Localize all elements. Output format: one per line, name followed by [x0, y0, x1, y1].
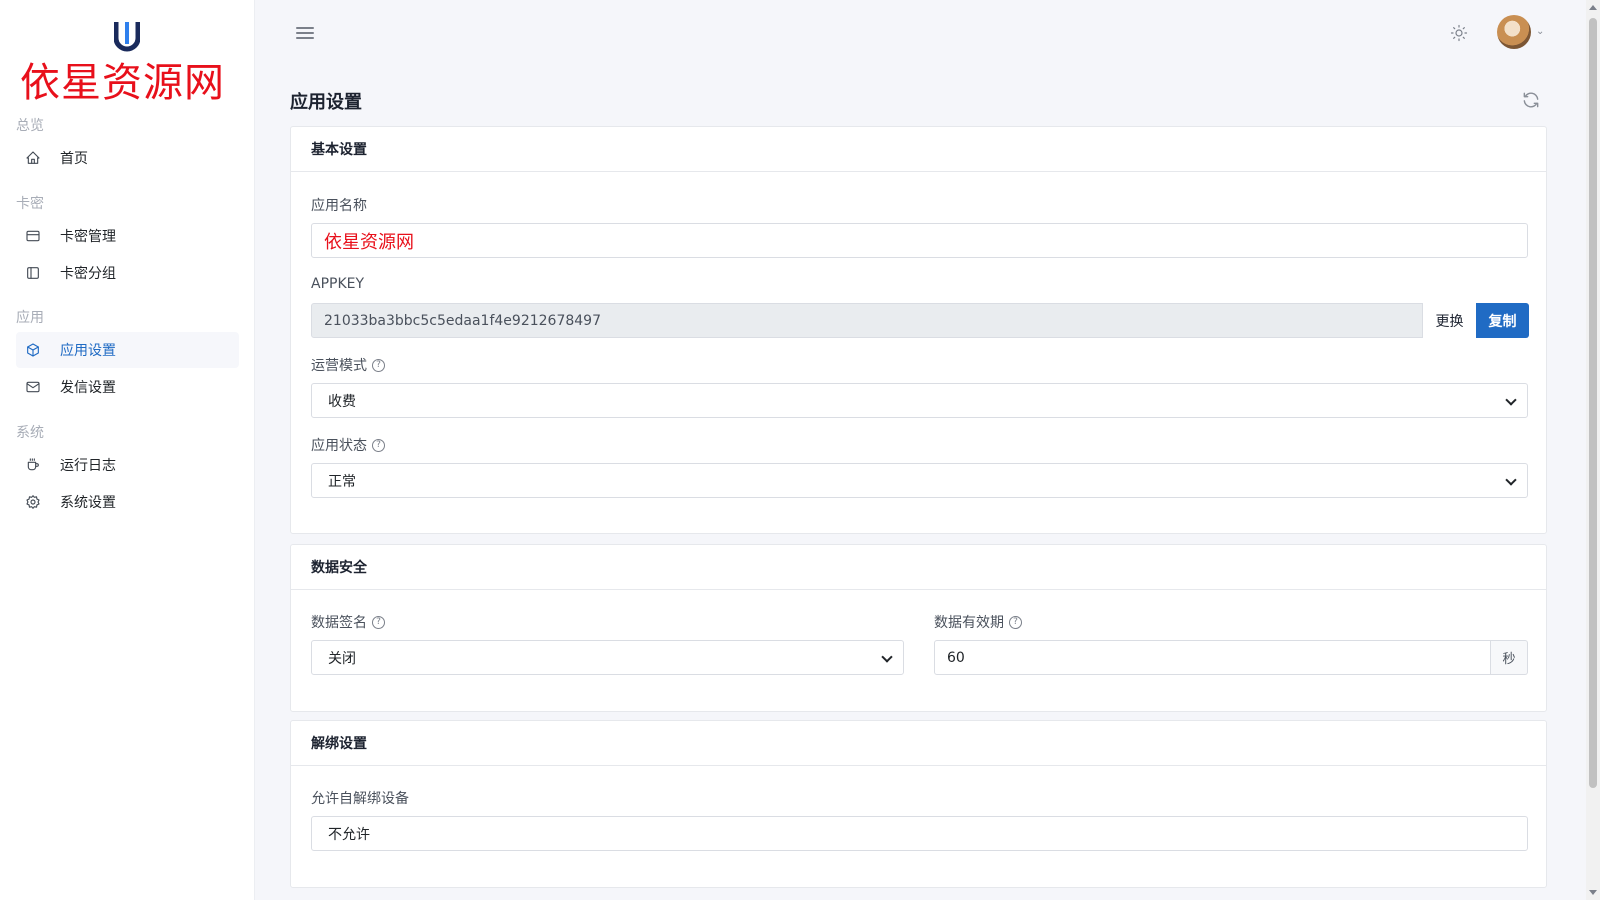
- allow-unbind-select[interactable]: 不允许: [311, 816, 1528, 851]
- data-security-card: 数据安全 数据签名? 关闭 数据有效期? 60 秒: [290, 544, 1547, 712]
- layout-sidebar-icon: [24, 264, 42, 282]
- sidebar: 依星资源网 总览 首页 卡密 卡密管理 卡密分组 应用 应用设置 发信设置 系统…: [0, 0, 255, 900]
- chevron-down-icon[interactable]: ⌄: [1536, 26, 1544, 37]
- app-name-label: 应用名称: [311, 198, 367, 214]
- mail-icon: [24, 378, 42, 396]
- mode-label: 运营模式?: [311, 355, 385, 375]
- status-label: 应用状态?: [311, 435, 385, 455]
- sidebar-item-app-settings[interactable]: 应用设置: [16, 332, 239, 368]
- menu-toggle-icon[interactable]: [296, 24, 314, 42]
- scroll-up-icon[interactable]: [1589, 5, 1597, 10]
- refresh-icon[interactable]: [1521, 90, 1541, 110]
- logo-icon: [114, 22, 140, 52]
- sun-icon[interactable]: [1448, 22, 1470, 44]
- status-select[interactable]: 正常: [311, 463, 1528, 498]
- scroll-down-icon[interactable]: [1589, 890, 1597, 895]
- sidebar-item-label: 应用设置: [60, 343, 116, 359]
- validity-label-text: 数据有效期: [934, 615, 1004, 631]
- card-title: 解绑设置: [291, 721, 1546, 766]
- appkey-input[interactable]: 21033ba3bbc5c5edaa1f4e9212678497: [311, 303, 1423, 338]
- sign-label-text: 数据签名: [311, 615, 367, 631]
- sidebar-item-label: 首页: [60, 151, 88, 167]
- mode-select-value: 收费: [328, 393, 356, 410]
- nav-section-overview: 总览: [16, 118, 44, 134]
- nav-section-system: 系统: [16, 425, 44, 441]
- allow-unbind-label: 允许自解绑设备: [311, 791, 409, 807]
- page-title: 应用设置: [290, 92, 362, 113]
- status-select-value: 正常: [328, 473, 356, 490]
- sidebar-item-label: 发信设置: [60, 380, 116, 396]
- help-icon[interactable]: ?: [1009, 615, 1022, 629]
- sidebar-item-label: 卡密分组: [60, 266, 116, 282]
- sidebar-item-label: 系统设置: [60, 495, 116, 511]
- change-appkey-button[interactable]: 更换: [1423, 303, 1476, 338]
- gear-icon: [24, 493, 42, 511]
- avatar[interactable]: [1497, 15, 1531, 49]
- sign-label: 数据签名?: [311, 612, 385, 632]
- sidebar-item-card-management[interactable]: 卡密管理: [16, 218, 239, 254]
- sidebar-item-card-group[interactable]: 卡密分组: [16, 255, 239, 291]
- sidebar-item-system-settings[interactable]: 系统设置: [16, 484, 239, 520]
- help-icon[interactable]: ?: [372, 358, 385, 372]
- sign-select-value: 关闭: [328, 650, 356, 667]
- cube-icon: [24, 341, 42, 359]
- home-icon: [24, 149, 42, 167]
- app-name-input[interactable]: 依星资源网: [311, 223, 1528, 258]
- mode-select[interactable]: 收费: [311, 383, 1528, 418]
- help-icon[interactable]: ?: [372, 438, 385, 452]
- nav-section-app: 应用: [16, 310, 44, 326]
- watermark-text: 依星资源网: [20, 60, 225, 106]
- sidebar-item-home[interactable]: 首页: [16, 140, 239, 176]
- sidebar-item-mail-settings[interactable]: 发信设置: [16, 369, 239, 405]
- sidebar-item-label: 卡密管理: [60, 229, 116, 245]
- basic-settings-card: 基本设置 应用名称 依星资源网 APPKEY 21033ba3bbc5c5eda…: [290, 126, 1547, 534]
- sidebar-item-run-log[interactable]: 运行日志: [16, 447, 239, 483]
- card-title: 数据安全: [291, 545, 1546, 590]
- mode-label-text: 运营模式: [311, 358, 367, 374]
- sidebar-item-label: 运行日志: [60, 458, 116, 474]
- scrollbar-thumb[interactable]: [1589, 18, 1597, 788]
- mug-icon: [24, 456, 42, 474]
- status-label-text: 应用状态: [311, 438, 367, 454]
- credit-card-icon: [24, 227, 42, 245]
- copy-appkey-button[interactable]: 复制: [1476, 303, 1529, 338]
- nav-section-cards: 卡密: [16, 196, 44, 212]
- page-scrollbar[interactable]: [1586, 0, 1600, 900]
- card-title: 基本设置: [291, 127, 1546, 172]
- help-icon[interactable]: ?: [372, 615, 385, 629]
- validity-label: 数据有效期?: [934, 612, 1022, 632]
- unbind-settings-card: 解绑设置 允许自解绑设备 不允许: [290, 720, 1547, 888]
- validity-unit: 秒: [1491, 640, 1528, 675]
- appkey-label: APPKEY: [311, 276, 365, 292]
- validity-input[interactable]: 60: [934, 640, 1491, 675]
- sign-select[interactable]: 关闭: [311, 640, 904, 675]
